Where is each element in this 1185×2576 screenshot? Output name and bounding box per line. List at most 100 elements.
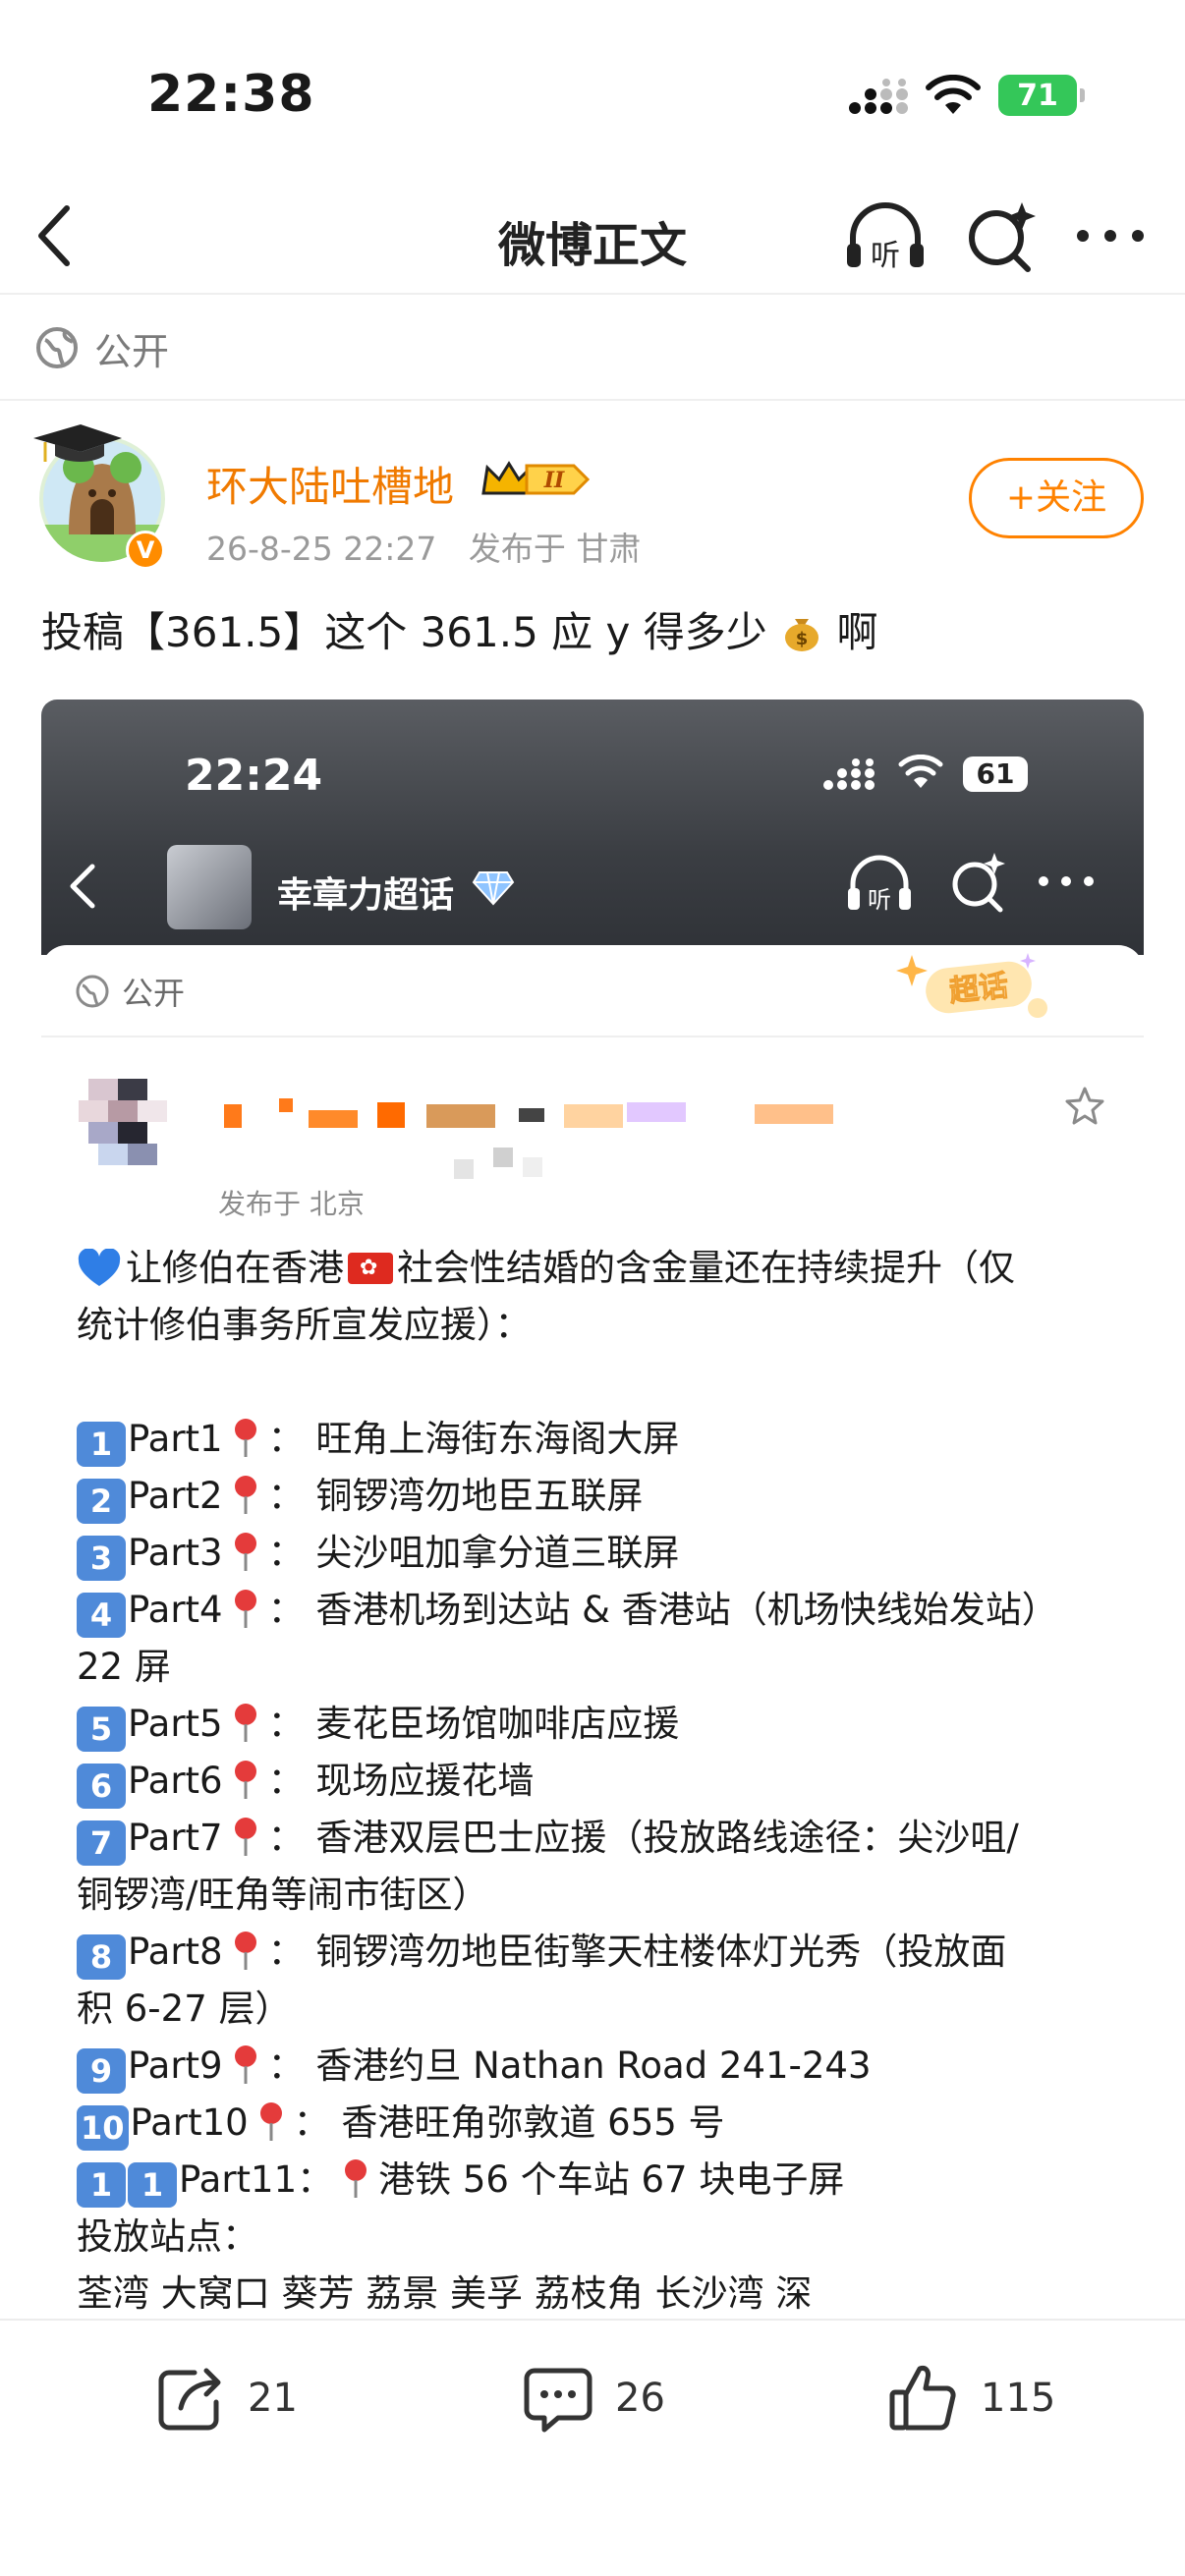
cellular-signal-icon: [849, 79, 908, 114]
svg-text:$: $: [796, 629, 809, 649]
list-item-4: 4 Part4： 香港机场到达站 & 香港站（机场快线始发站）: [77, 1582, 1118, 1639]
embedded-back-icon: [70, 864, 95, 909]
embedded-visibility-row: 公开: [75, 969, 185, 1014]
list-item-10: 10 Part10： 香港旺角弥敦道 655 号: [77, 2095, 1118, 2152]
number-7-keycap-icon: 7: [77, 1820, 126, 1866]
list-item-6: 6 Part6： 现场应援花墙: [77, 1753, 1118, 1810]
author-avatar[interactable]: V: [33, 422, 169, 570]
number-3-keycap-icon: 3: [77, 1536, 126, 1581]
pin-icon: [259, 2102, 282, 2141]
search-icon[interactable]: [963, 195, 1042, 277]
money-bag-icon: $: [785, 619, 819, 651]
level-badge-text: II: [543, 468, 565, 493]
repost-button[interactable]: 21: [151, 2354, 298, 2442]
list-item-5: 5 Part5： 麦花臣场馆咖啡店应援: [77, 1696, 1118, 1753]
more-options-icon[interactable]: [1071, 206, 1150, 265]
bottom-action-bar: 21 26 115: [0, 2319, 1185, 2576]
pin-icon: [345, 2159, 367, 2198]
repost-icon: [158, 2368, 221, 2431]
embedded-battery-icon: 61: [963, 756, 1028, 792]
embedded-globe-icon: [76, 975, 109, 1008]
number-6-keycap-icon: 6: [77, 1764, 126, 1809]
visibility-label: 公开: [94, 329, 170, 373]
embedded-listen-icon: 听: [848, 855, 911, 914]
pin-icon: [234, 1533, 256, 1571]
stations-line: 荃湾 大窝口 葵芳 荔景 美孚 荔枝角 长沙湾 深: [77, 2272, 813, 2315]
embedded-divider: [41, 1036, 1144, 1037]
number-1-keycap-icon: 1: [77, 2162, 126, 2208]
pin-icon: [234, 1419, 256, 1457]
embedded-more-icon: [1039, 876, 1094, 886]
favorite-star-icon: [1065, 1087, 1104, 1125]
list-item-7: 7 Part7： 香港双层巴士应援（投放路线途径：尖沙咀/: [77, 1810, 1118, 1867]
crown-level-badge-icon: II: [481, 461, 591, 495]
blurred-subtitle: [454, 1148, 542, 1179]
listen-headphones-icon[interactable]: 听: [843, 196, 928, 275]
list-item-11: 1 1 Part11： 港铁 56 个车站 67 块电子屏: [77, 2152, 1118, 2209]
intro-line-1: 让修伯在香港社会性结婚的含金量还在持续提升（仅: [77, 1240, 1118, 1297]
globe-icon: [36, 327, 78, 368]
number-9-keycap-icon: 9: [77, 2048, 126, 2094]
blurred-username: [224, 1098, 833, 1128]
embedded-post-body: 让修伯在香港社会性结婚的含金量还在持续提升（仅 统计修伯事务所宣发应援）： 1P…: [77, 1240, 1118, 2319]
number-1-keycap-icon: 1: [77, 1422, 126, 1467]
supertopic-badge-icon: 超话: [896, 953, 1047, 1018]
hong-kong-flag-icon: [348, 1253, 393, 1284]
embedded-screenshot-image[interactable]: 22:24 61 幸章力超话 听 公开 超话 发布于 北京 让修伯在香港✿ 社会…: [41, 700, 1144, 2319]
number-1-keycap-icon: 1: [128, 2162, 177, 2208]
post-location: 发布于 甘肃: [468, 530, 642, 568]
embedded-listen-label: 听: [868, 886, 891, 914]
wifi-icon: [926, 75, 981, 114]
pin-icon: [234, 1932, 256, 1970]
list-item-3: 3 Part3： 尖沙咀加拿分道三联屏: [77, 1525, 1118, 1582]
list-item-8: 8 Part8： 铜锣湾勿地臣街擎天柱楼体灯光秀（投放面: [77, 1924, 1118, 1981]
pin-icon: [234, 2045, 256, 2084]
list-item-7-continued: 铜锣湾/旺角等闹市街区）: [77, 1874, 489, 1916]
embedded-search-icon: [952, 853, 1005, 913]
like-button[interactable]: 115: [884, 2354, 1055, 2442]
thumbs-up-icon: [889, 2366, 956, 2431]
blue-heart-icon: [78, 1249, 121, 1286]
pin-icon: [234, 1761, 256, 1799]
battery-icon: 71: [998, 75, 1085, 116]
embedded-wifi-icon: [898, 755, 943, 788]
like-count: 115: [981, 2376, 1056, 2421]
post-meta: 26-8-25 22:27 发布于 甘肃: [206, 523, 641, 570]
list-item-8-continued: 积 6-27 层）: [77, 1988, 292, 2030]
blurred-avatar: [79, 1079, 167, 1165]
comment-button[interactable]: 26: [519, 2354, 665, 2442]
follow-button[interactable]: +关注: [969, 458, 1144, 538]
post-time: 26-8-25 22:27: [206, 530, 437, 568]
number-2-keycap-icon: 2: [77, 1479, 126, 1524]
list-item-2: 2 Part2： 铜锣湾勿地臣五联屏: [77, 1468, 1118, 1525]
listen-label: 听: [871, 239, 900, 273]
embedded-location: 发布于 北京: [218, 1188, 365, 1220]
post-text: 投稿【361.5】这个 361.5 应 y 得多少 $ 啊: [41, 599, 877, 659]
diamond-icon: [472, 871, 515, 906]
status-time: 22:38: [147, 65, 315, 124]
number-4-keycap-icon: 4: [77, 1593, 126, 1638]
list-item-4-continued: 22 屏: [77, 1646, 171, 1688]
embedded-post-card: 公开 超话 发布于 北京 让修伯在香港✿ 社会性结婚的含金量还在持续提升（仅 统…: [41, 945, 1144, 2319]
embedded-status-time: 22:24: [185, 751, 323, 801]
navigation-bar: 微博正文 听: [0, 177, 1185, 295]
number-5-keycap-icon: 5: [77, 1707, 126, 1752]
pin-icon: [234, 1818, 256, 1856]
status-bar: 22:38 71: [0, 0, 1185, 177]
embedded-group-name: 幸章力超话: [277, 875, 455, 916]
visibility-row: 公开: [0, 297, 1185, 401]
author-name[interactable]: 环大陆吐槽地: [206, 454, 454, 514]
stations-label: 投放站点：: [77, 2215, 258, 2258]
graduation-cap-icon: [33, 424, 122, 462]
pin-icon: [234, 1476, 256, 1514]
comment-count: 26: [615, 2376, 665, 2421]
list-item-1: 1 Part1： 旺角上海街东海阁大屏: [77, 1411, 1118, 1468]
verified-badge: V: [126, 531, 165, 570]
number-8-keycap-icon: 8: [77, 1934, 126, 1980]
embedded-header: 22:24 61 幸章力超话 听: [41, 700, 1144, 955]
list-item-9: 9 Part9： 香港约旦 Nathan Road 241-243: [77, 2038, 1118, 2095]
embedded-visibility-label: 公开: [122, 975, 186, 1012]
pin-icon: [234, 1704, 256, 1742]
number-10-keycap-icon: 10: [77, 2105, 129, 2151]
